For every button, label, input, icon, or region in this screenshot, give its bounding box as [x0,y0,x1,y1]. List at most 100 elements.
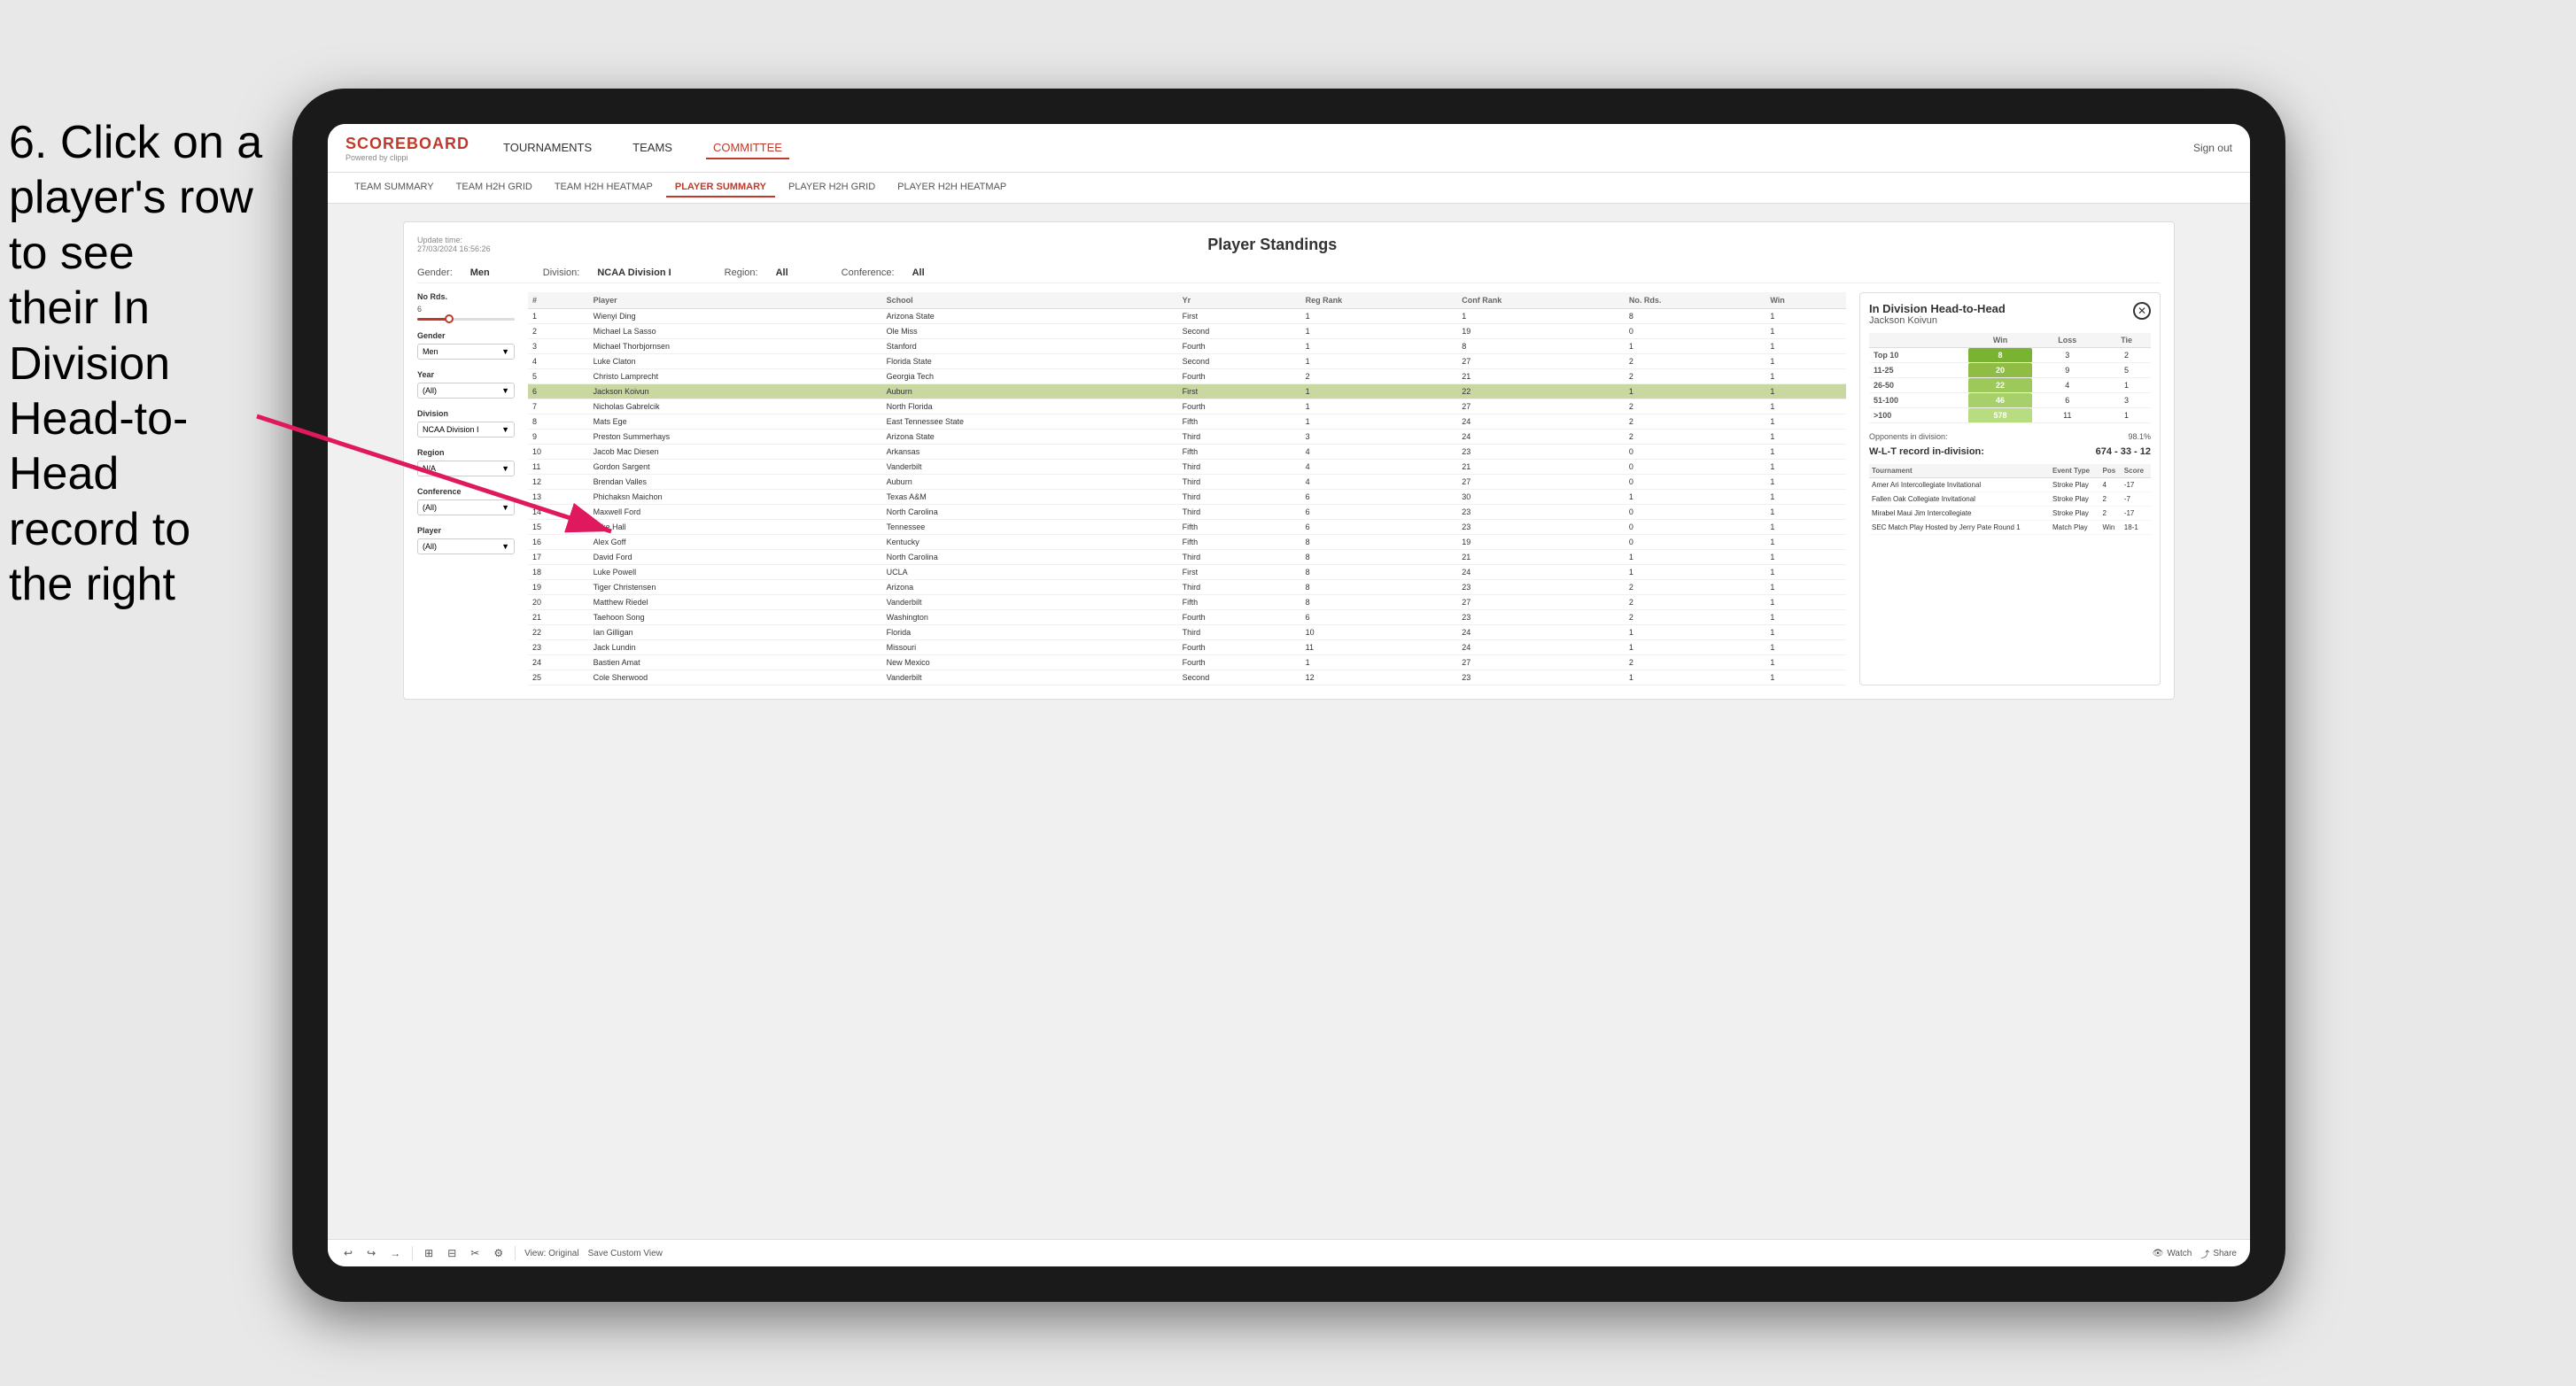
nav-teams[interactable]: TEAMS [625,137,679,159]
table-row[interactable]: 2 Michael La Sasso Ole Miss Second 1 19 … [528,324,1846,339]
forward-button[interactable]: → [387,1244,403,1262]
player-dropdown[interactable]: (All) ▼ [417,538,515,554]
table-row[interactable]: 1 Wienyi Ding Arizona State First 1 1 8 … [528,309,1846,324]
col-school: School [882,292,1178,309]
logo-area: SCOREBOARD Powered by clippi [345,135,469,162]
table-row[interactable]: 15 Jake Hall Tennessee Fifth 6 23 0 1 [528,520,1846,535]
table-row[interactable]: 4 Luke Claton Florida State Second 1 27 … [528,354,1846,369]
cell-school: Kentucky [882,535,1178,550]
cell-num: 9 [528,430,589,445]
cell-reg-rank: 1 [1301,339,1458,354]
col-player: Player [589,292,882,309]
table-row[interactable]: 19 Tiger Christensen Arizona Third 8 23 … [528,580,1846,595]
cell-school: Auburn [882,384,1178,399]
table-row[interactable]: 23 Jack Lundin Missouri Fourth 11 24 1 1 [528,640,1846,655]
view-original-label: View: Original [524,1249,579,1258]
table-row[interactable]: 22 Ian Gilligan Florida Third 10 24 1 1 [528,625,1846,640]
sub-nav-team-summary[interactable]: TEAM SUMMARY [345,178,443,197]
gender-filter-value: Men [470,267,490,278]
table-row[interactable]: 5 Christo Lamprecht Georgia Tech Fourth … [528,369,1846,384]
gender-dropdown[interactable]: Men ▼ [417,344,515,360]
cell-conf-rank: 27 [1457,595,1625,610]
cell-yr: Fourth [1178,640,1301,655]
opponents-label: Opponents in division: [1869,432,1948,441]
cell-no-rds: 0 [1625,505,1765,520]
cell-yr: Second [1178,354,1301,369]
settings-button[interactable]: ⚙ [491,1244,506,1262]
region-dropdown[interactable]: N/A ▼ [417,461,515,476]
table-row[interactable]: 25 Cole Sherwood Vanderbilt Second 12 23… [528,670,1846,685]
copy-button[interactable]: ⊞ [422,1244,436,1262]
h2h-cell-tie: 3 [2102,393,2151,408]
tournament-row: SEC Match Play Hosted by Jerry Pate Roun… [1869,521,2151,535]
conference-filter-label: Conference: [842,267,895,278]
conference-dropdown[interactable]: (All) ▼ [417,499,515,515]
tournament-name: SEC Match Play Hosted by Jerry Pate Roun… [1869,521,2050,535]
watch-button[interactable]: 👁 Watch [2153,1249,2192,1258]
wlt-value: 674 - 33 - 12 [2096,446,2151,457]
cell-player: Jack Lundin [589,640,882,655]
table-row[interactable]: 16 Alex Goff Kentucky Fifth 8 19 0 1 [528,535,1846,550]
cell-num: 12 [528,475,589,490]
table-row[interactable]: 9 Preston Summerhays Arizona State Third… [528,430,1846,445]
table-row[interactable]: 3 Michael Thorbjornsen Stanford Fourth 1… [528,339,1846,354]
table-row[interactable]: 10 Jacob Mac Diesen Arkansas Fifth 4 23 … [528,445,1846,460]
cell-reg-rank: 8 [1301,565,1458,580]
cell-player: Jacob Mac Diesen [589,445,882,460]
cell-num: 13 [528,490,589,505]
sub-nav-player-h2h-grid[interactable]: PLAYER H2H GRID [780,178,884,197]
table-row[interactable]: 13 Phichaksn Maichon Texas A&M Third 6 3… [528,490,1846,505]
cell-num: 2 [528,324,589,339]
cell-no-rds: 2 [1625,369,1765,384]
redo-button[interactable]: ↪ [364,1244,378,1262]
h2h-title: In Division Head-to-Head [1869,302,2006,315]
table-row[interactable]: 17 David Ford North Carolina Third 8 21 … [528,550,1846,565]
table-row[interactable]: 18 Luke Powell UCLA First 8 24 1 1 [528,565,1846,580]
table-row[interactable]: 8 Mats Ege East Tennessee State Fifth 1 … [528,414,1846,430]
table-row[interactable]: 14 Maxwell Ford North Carolina Third 6 2… [528,505,1846,520]
cut-button[interactable]: ✂ [468,1244,482,1262]
cell-win: 1 [1765,309,1846,324]
cell-reg-rank: 2 [1301,369,1458,384]
nav-sign-out[interactable]: Sign out [2193,142,2232,154]
cell-no-rds: 2 [1625,655,1765,670]
paste-button[interactable]: ⊟ [445,1244,459,1262]
year-dropdown[interactable]: (All) ▼ [417,383,515,399]
table-row[interactable]: 12 Brendan Valles Auburn Third 4 27 0 1 [528,475,1846,490]
tournament-type: Stroke Play [2050,478,2100,492]
region-label: Region [417,448,515,457]
cell-win: 1 [1765,354,1846,369]
table-row[interactable]: 11 Gordon Sargent Vanderbilt Third 4 21 … [528,460,1846,475]
view-original-button[interactable]: View: Original [524,1249,579,1258]
nav-tournaments[interactable]: TOURNAMENTS [496,137,599,159]
cell-school: Ole Miss [882,324,1178,339]
division-dropdown[interactable]: NCAA Division I ▼ [417,422,515,437]
sub-nav-player-summary[interactable]: PLAYER SUMMARY [666,178,775,197]
cell-school: Vanderbilt [882,670,1178,685]
col-tournament: Tournament [1869,464,2050,478]
sub-nav-player-h2h-heatmap[interactable]: PLAYER H2H HEATMAP [888,178,1015,197]
cell-win: 1 [1765,670,1846,685]
cell-win: 1 [1765,520,1846,535]
undo-button[interactable]: ↩ [341,1244,355,1262]
cell-reg-rank: 6 [1301,520,1458,535]
table-row[interactable]: 20 Matthew Riedel Vanderbilt Fifth 8 27 … [528,595,1846,610]
share-button[interactable]: ⤴ Share [2200,1247,2237,1260]
cell-yr: Third [1178,430,1301,445]
table-row[interactable]: 21 Taehoon Song Washington Fourth 6 23 2… [528,610,1846,625]
cell-player: Preston Summerhays [589,430,882,445]
gender-filter-section: Gender Men ▼ [417,331,515,360]
table-row[interactable]: 7 Nicholas Gabrelcik North Florida Fourt… [528,399,1846,414]
no-rds-slider[interactable] [417,318,515,321]
sub-nav-team-h2h-heatmap[interactable]: TEAM H2H HEATMAP [546,178,662,197]
sub-nav-team-h2h-grid[interactable]: TEAM H2H GRID [447,178,541,197]
table-row[interactable]: 24 Bastien Amat New Mexico Fourth 1 27 2… [528,655,1846,670]
cell-yr: Third [1178,505,1301,520]
tablet-frame: SCOREBOARD Powered by clippi TOURNAMENTS… [292,89,2285,1302]
opponents-value: 98.1% [2128,432,2151,441]
nav-committee[interactable]: COMMITTEE [706,137,789,159]
col-reg-rank: Reg Rank [1301,292,1458,309]
h2h-close-button[interactable]: ✕ [2133,302,2151,320]
table-row[interactable]: 6 Jackson Koivun Auburn First 1 22 1 1 [528,384,1846,399]
save-custom-view-button[interactable]: Save Custom View [588,1249,663,1258]
